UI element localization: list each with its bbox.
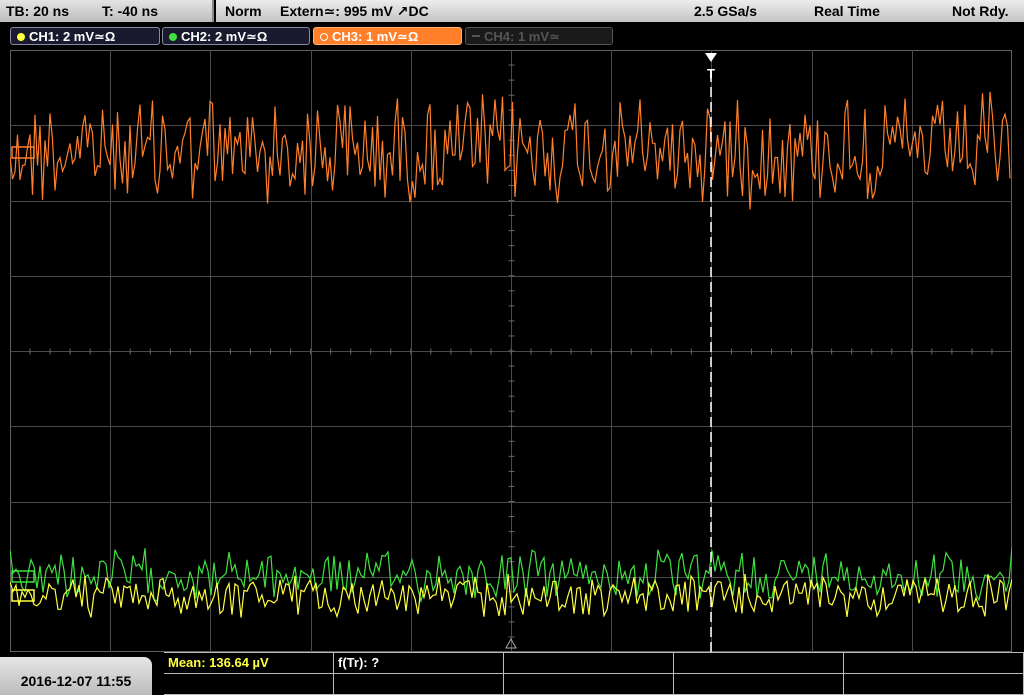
trigger-marker-label: T <box>707 66 715 81</box>
sample-rate-label: 2.5 GSa/s <box>694 3 758 19</box>
trigger-mode-label: Norm <box>225 3 262 19</box>
ch1-indicator-icon <box>17 33 25 41</box>
ch4-label: CH4: 1 mV≃ <box>484 29 560 44</box>
measurement-mean[interactable]: Mean: 136.64 µV <box>164 653 334 673</box>
datetime-box: 2016-12-07 11:55 <box>0 657 152 695</box>
datetime-label: 2016-12-07 11:55 <box>20 673 132 689</box>
measurement-slot-5[interactable] <box>844 653 1024 673</box>
ch3-label: CH3: 1 mV≃Ω <box>332 29 419 44</box>
measurement-slot-9[interactable] <box>674 674 844 694</box>
acquisition-status-bar[interactable]: Norm Extern≃: 995 mV ↗DC 2.5 GSa/s Real … <box>216 0 1024 22</box>
acquisition-mode-label: Real Time <box>814 3 880 19</box>
channel-tab-ch1[interactable]: CH1: 2 mV≃Ω <box>10 27 160 45</box>
trigger-source-label: Extern≃: 995 mV ↗DC <box>280 3 429 19</box>
ch1-label: CH1: 2 mV≃Ω <box>29 29 116 44</box>
oscilloscope-screen: TB: 20 ns T: -40 ns Norm Extern≃: 995 mV… <box>0 0 1024 695</box>
measurement-slot-3[interactable] <box>504 653 674 673</box>
ch2-indicator-icon <box>169 33 177 41</box>
waveform-display[interactable]: T <box>10 50 1012 652</box>
ch2-label: CH2: 2 mV≃Ω <box>181 29 268 44</box>
measurement-slot-10[interactable] <box>844 674 1024 694</box>
channel-tab-ch2[interactable]: CH2: 2 mV≃Ω <box>162 27 310 45</box>
channel-tab-ch3[interactable]: CH3: 1 mV≃Ω <box>313 27 462 45</box>
measurement-slot-8[interactable] <box>504 674 674 694</box>
measurement-panel[interactable]: Mean: 136.64 µV f(Tr): ? <box>164 652 1024 695</box>
measurement-slot-7[interactable] <box>334 674 504 694</box>
channel-tab-ch4[interactable]: CH4: 1 mV≃ <box>465 27 613 45</box>
timebase-box[interactable]: TB: 20 ns T: -40 ns <box>0 0 214 22</box>
trigger-offset-label: T: -40 ns <box>102 3 159 19</box>
measurement-frequency[interactable]: f(Tr): ? <box>334 653 504 673</box>
ch4-indicator-icon <box>472 35 480 37</box>
measurement-slot-4[interactable] <box>674 653 844 673</box>
ch3-indicator-icon <box>320 33 328 41</box>
measurement-slot-6[interactable] <box>164 674 334 694</box>
timebase-label: TB: 20 ns <box>6 3 70 19</box>
acquisition-state-label: Not Rdy. <box>952 3 1009 19</box>
